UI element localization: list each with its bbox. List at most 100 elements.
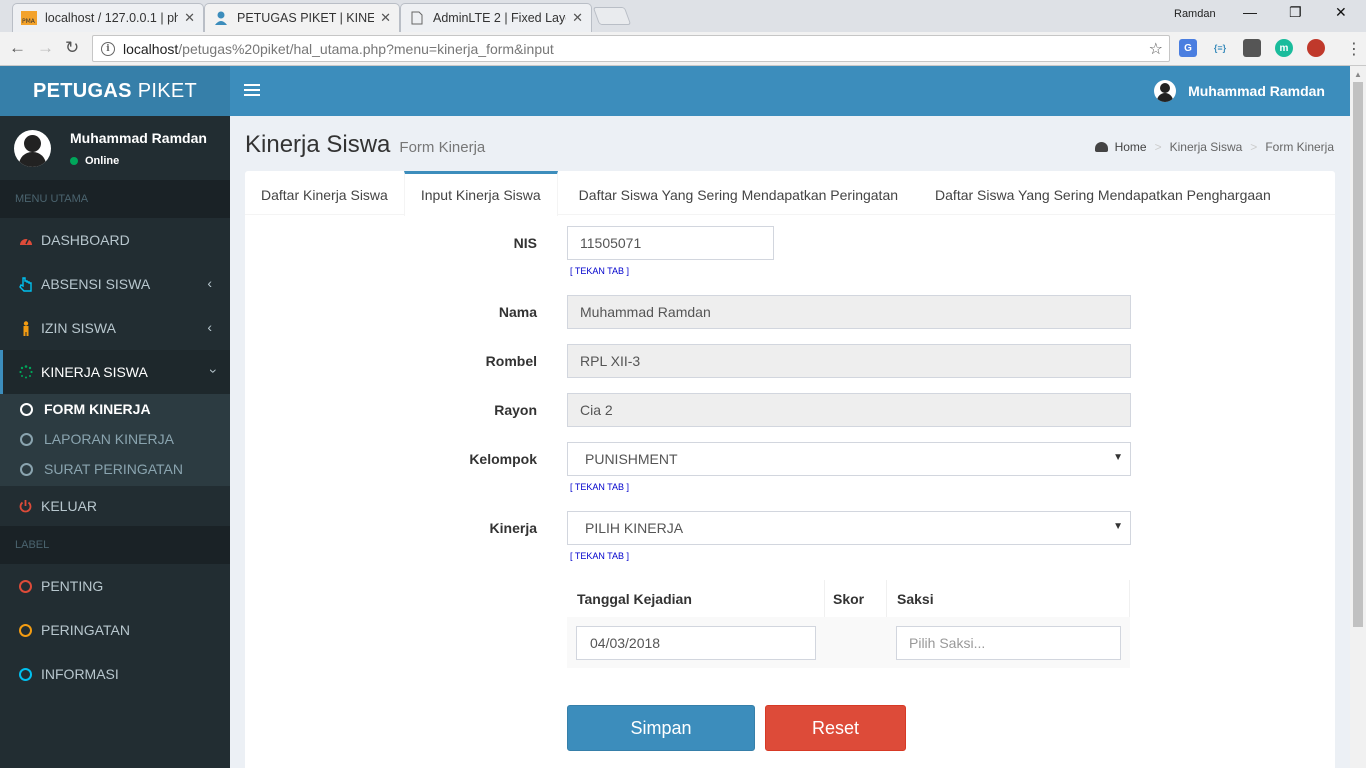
- svg-text:PMA: PMA: [22, 18, 36, 25]
- sidebar-header-label: LABEL: [0, 526, 230, 564]
- circle-yellow-icon: [18, 623, 33, 637]
- reset-button[interactable]: Reset: [765, 705, 906, 751]
- circle-aqua-icon: [18, 667, 33, 681]
- rombel-value: RPL XII-3: [580, 353, 641, 369]
- tab-daftar-kinerja[interactable]: Daftar Kinerja Siswa: [245, 171, 404, 215]
- sidebar-item-keluar[interactable]: KELUAR: [0, 486, 230, 526]
- chevron-left-icon: ‹: [207, 319, 212, 335]
- user-menu[interactable]: Muhammad Ramdan: [1154, 66, 1325, 116]
- app-logo[interactable]: PETUGAS PIKET: [0, 66, 230, 116]
- close-window-icon[interactable]: ✕: [1335, 4, 1347, 21]
- info-icon[interactable]: i: [101, 41, 115, 56]
- tab-sering-peringatan[interactable]: Daftar Siswa Yang Sering Mendapatkan Per…: [558, 171, 919, 215]
- m-extension-icon[interactable]: m: [1275, 39, 1293, 57]
- json-extension-icon[interactable]: {≡}: [1211, 39, 1229, 57]
- kinerja-hint: [ TEKAN TAB ]: [570, 551, 630, 561]
- table-header-tanggal: Tanggal Kejadian: [567, 580, 825, 617]
- close-tab-icon[interactable]: ✕: [572, 10, 583, 26]
- profile-name[interactable]: Ramdan: [1174, 8, 1216, 20]
- rombel-input[interactable]: RPL XII-3: [567, 344, 1131, 378]
- browser-tab-title: PETUGAS PIKET | KINERJA: [237, 11, 375, 25]
- browser-menu-icon[interactable]: ⋮: [1346, 39, 1362, 59]
- kinerja-select[interactable]: PILIH KINERJA ▼: [567, 511, 1131, 545]
- child-icon: [18, 320, 33, 336]
- table-header-saksi: Saksi: [887, 580, 1130, 617]
- breadcrumb-kinerja[interactable]: Kinerja Siswa: [1170, 140, 1243, 154]
- hand-pointer-icon: [18, 276, 33, 292]
- nis-input[interactable]: 11505071: [567, 226, 774, 260]
- logo-bold: PETUGAS: [32, 79, 132, 102]
- translate-extension-icon[interactable]: G: [1179, 39, 1197, 57]
- breadcrumb-home[interactable]: Home: [1115, 140, 1147, 154]
- sidebar-subitem-surat-peringatan[interactable]: SURAT PERINGATAN: [0, 454, 230, 484]
- close-tab-icon[interactable]: ✕: [184, 10, 195, 26]
- sidebar-item-label: PENTING: [41, 578, 104, 594]
- breadcrumb-separator: >: [1250, 140, 1258, 154]
- bookmark-star-icon[interactable]: ☆: [1149, 39, 1163, 59]
- rayon-input[interactable]: Cia 2: [567, 393, 1131, 427]
- sidebar-header-main: MENU UTAMA: [0, 180, 230, 218]
- kelompok-select[interactable]: PUNISHMENT ▼: [567, 442, 1131, 476]
- sidebar-item-label: DASHBOARD: [41, 232, 130, 248]
- nama-label: Nama: [498, 304, 537, 320]
- sidebar-item-label: INFORMASI: [41, 666, 119, 682]
- caret-down-icon: ▼: [1113, 452, 1123, 463]
- sidebar-item-absensi[interactable]: ABSENSI SISWA ‹: [0, 262, 230, 306]
- browser-tab-adminlte[interactable]: AdminLTE 2 | Fixed Layout ✕: [400, 3, 592, 32]
- page-scrollbar[interactable]: ▲: [1350, 66, 1366, 768]
- tab-input-kinerja[interactable]: Input Kinerja Siswa: [403, 171, 558, 216]
- sidebar-item-label: KINERJA SISWA: [41, 364, 148, 380]
- online-dot-icon: [70, 157, 78, 165]
- sidebar-toggle-icon[interactable]: [244, 80, 260, 100]
- rayon-value: Cia 2: [580, 402, 613, 418]
- tanggal-input[interactable]: 04/03/2018: [576, 626, 816, 660]
- nama-value: Muhammad Ramdan: [580, 304, 711, 320]
- scrollbar-thumb[interactable]: [1353, 82, 1363, 627]
- close-tab-icon[interactable]: ✕: [380, 10, 391, 26]
- tab-sering-penghargaan[interactable]: Daftar Siswa Yang Sering Mendapatkan Pen…: [919, 171, 1287, 215]
- sidebar-submenu-kinerja: FORM KINERJA LAPORAN KINERJA SURAT PERIN…: [0, 394, 230, 486]
- avatar: [14, 130, 51, 167]
- sidebar-label-penting[interactable]: PENTING: [0, 564, 230, 608]
- browser-tab-petugas-piket[interactable]: PETUGAS PIKET | KINERJA ✕: [204, 3, 400, 32]
- detail-table: Tanggal Kejadian Skor Saksi 04/03/2018 P…: [567, 580, 1130, 668]
- table-header-skor: Skor: [825, 580, 887, 617]
- restore-icon[interactable]: ❐: [1289, 4, 1302, 21]
- breadcrumb-current: Form Kinerja: [1265, 140, 1334, 154]
- sidebar-label-informasi[interactable]: INFORMASI: [0, 652, 230, 696]
- circle-icon: [20, 462, 33, 476]
- browser-tab-strip: PMA localhost / 127.0.0.1 | php ✕ PETUGA…: [0, 0, 1366, 32]
- url-host: localhost: [123, 40, 179, 57]
- minimize-icon[interactable]: —: [1243, 4, 1257, 20]
- sidebar-subitem-form-kinerja[interactable]: FORM KINERJA: [0, 394, 230, 424]
- new-tab-button[interactable]: [592, 7, 632, 25]
- back-icon[interactable]: ←: [9, 38, 26, 58]
- address-bar[interactable]: i localhost /petugas%20piket/hal_utama.p…: [92, 35, 1170, 62]
- sidebar-subitem-label: FORM KINERJA: [44, 401, 151, 417]
- saksi-input[interactable]: Pilih Saksi...: [896, 626, 1121, 660]
- forward-icon[interactable]: →: [37, 38, 54, 58]
- nav-tabs: Daftar Kinerja Siswa Input Kinerja Siswa…: [245, 171, 1335, 216]
- browser-tab-phpmyadmin[interactable]: PMA localhost / 127.0.0.1 | php ✕: [12, 3, 204, 32]
- sidebar-label-peringatan[interactable]: PERINGATAN: [0, 608, 230, 652]
- kelompok-hint: [ TEKAN TAB ]: [570, 482, 630, 492]
- breadcrumb: Home > Kinerja Siswa > Form Kinerja: [1094, 140, 1334, 154]
- sidebar-item-dashboard[interactable]: DASHBOARD: [0, 218, 230, 262]
- top-user-name: Muhammad Ramdan: [1188, 83, 1325, 99]
- sidebar-user-name: Muhammad Ramdan: [70, 130, 207, 146]
- save-button[interactable]: Simpan: [567, 705, 755, 751]
- saksi-placeholder: Pilih Saksi...: [909, 635, 986, 651]
- sidebar-subitem-laporan-kinerja[interactable]: LAPORAN KINERJA: [0, 424, 230, 454]
- rayon-label: Rayon: [494, 402, 537, 418]
- sidebar-item-izin[interactable]: IZIN SISWA ‹: [0, 306, 230, 350]
- scroll-up-icon[interactable]: ▲: [1354, 70, 1362, 79]
- sidebar: Muhammad Ramdan Online MENU UTAMA DASHBO…: [0, 116, 230, 768]
- qr-extension-icon[interactable]: [1243, 39, 1261, 57]
- page-title: Kinerja Siswa: [245, 131, 391, 158]
- nama-input[interactable]: Muhammad Ramdan: [567, 295, 1131, 329]
- user-status-text: Online: [85, 155, 120, 167]
- colorpicker-extension-icon[interactable]: [1307, 39, 1325, 57]
- reload-icon[interactable]: ↻: [65, 38, 79, 58]
- caret-down-icon: ▼: [1113, 521, 1123, 532]
- sidebar-item-kinerja[interactable]: KINERJA SISWA ‹: [0, 350, 230, 394]
